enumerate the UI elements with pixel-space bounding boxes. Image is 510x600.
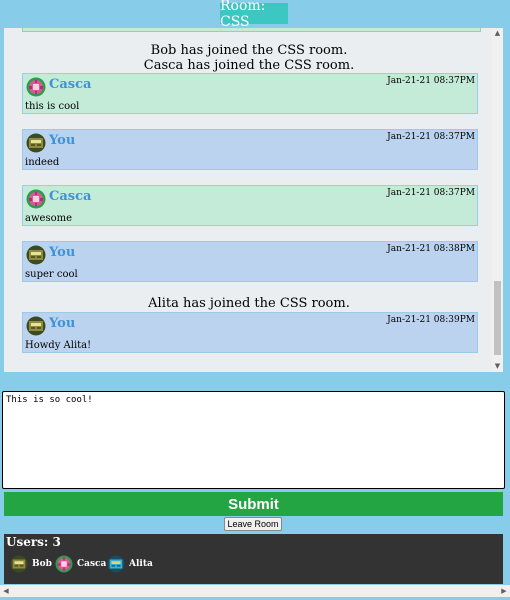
message-card: You Jan-21-21 08:37PM indeed: [22, 129, 478, 170]
message-card: You Jan-21-21 08:38PM super cool: [22, 241, 478, 282]
submit-button[interactable]: Submit: [4, 492, 503, 516]
message-text: indeed: [25, 157, 60, 168]
message-card: You Jan-21-21 08:39PM Howdy Alita!: [22, 312, 478, 353]
chat-message-list: Bob has joined the CSS room. Casca has j…: [4, 28, 494, 372]
teal-robot-avatar-icon: [107, 555, 125, 573]
chat-scrollbar[interactable]: ▲ ▼: [492, 28, 503, 372]
scroll-left-icon[interactable]: ◀: [0, 585, 12, 597]
user-name: Casca: [77, 559, 107, 569]
scrollbar-thumb[interactable]: [494, 281, 501, 355]
scroll-down-icon[interactable]: ▼: [492, 361, 503, 372]
message-card-partial: [22, 28, 481, 32]
room-title-badge: Room: CSS: [220, 0, 288, 30]
message-author: Casca: [49, 77, 92, 92]
pink-gem-avatar-icon: [26, 77, 46, 97]
message-card: Casca Jan-21-21 08:37PM awesome: [22, 185, 478, 226]
system-message-join: Alita has joined the CSS room.: [148, 296, 350, 311]
pink-gem-avatar-icon: [55, 555, 73, 573]
message-author: Casca: [49, 189, 92, 204]
message-author: You: [49, 133, 76, 148]
message-timestamp: Jan-21-21 08:37PM: [387, 188, 475, 198]
message-text: Howdy Alita!: [25, 340, 92, 351]
chat-panel[interactable]: Bob has joined the CSS room. Casca has j…: [4, 28, 503, 372]
message-text: super cool: [25, 269, 78, 280]
message-author: You: [49, 245, 76, 260]
message-text: this is cool: [25, 101, 80, 112]
user-name: Alita: [129, 559, 153, 569]
user-item: Alita: [107, 554, 153, 574]
pink-gem-avatar-icon: [26, 189, 46, 209]
message-input[interactable]: This is so cool!: [2, 391, 505, 489]
user-item: Bob: [10, 554, 52, 574]
olive-robot-avatar-icon: [26, 245, 46, 265]
leave-room-button[interactable]: Leave Room: [224, 517, 282, 531]
message-timestamp: Jan-21-21 08:37PM: [387, 76, 475, 86]
user-item: Casca: [55, 554, 106, 574]
message-card: Casca Jan-21-21 08:37PM this is cool: [22, 73, 478, 114]
scroll-right-icon[interactable]: ▶: [498, 585, 510, 597]
system-message-join: Casca has joined the CSS room.: [143, 58, 355, 73]
system-message-join: Bob has joined the CSS room.: [150, 43, 348, 58]
message-timestamp: Jan-21-21 08:37PM: [387, 132, 475, 142]
olive-robot-avatar-icon: [10, 555, 28, 573]
users-panel: Users: 3 Bob Casca Alita: [4, 534, 503, 584]
message-text: awesome: [25, 213, 72, 224]
message-author: You: [49, 316, 76, 331]
users-count: Users: 3: [6, 535, 61, 549]
message-timestamp: Jan-21-21 08:38PM: [387, 244, 475, 254]
scroll-up-icon[interactable]: ▲: [492, 28, 503, 39]
olive-robot-avatar-icon: [26, 316, 46, 336]
message-timestamp: Jan-21-21 08:39PM: [387, 315, 475, 325]
page-horizontal-scrollbar[interactable]: ◀ ▶: [0, 585, 510, 597]
olive-robot-avatar-icon: [26, 133, 46, 153]
user-name: Bob: [32, 559, 52, 569]
